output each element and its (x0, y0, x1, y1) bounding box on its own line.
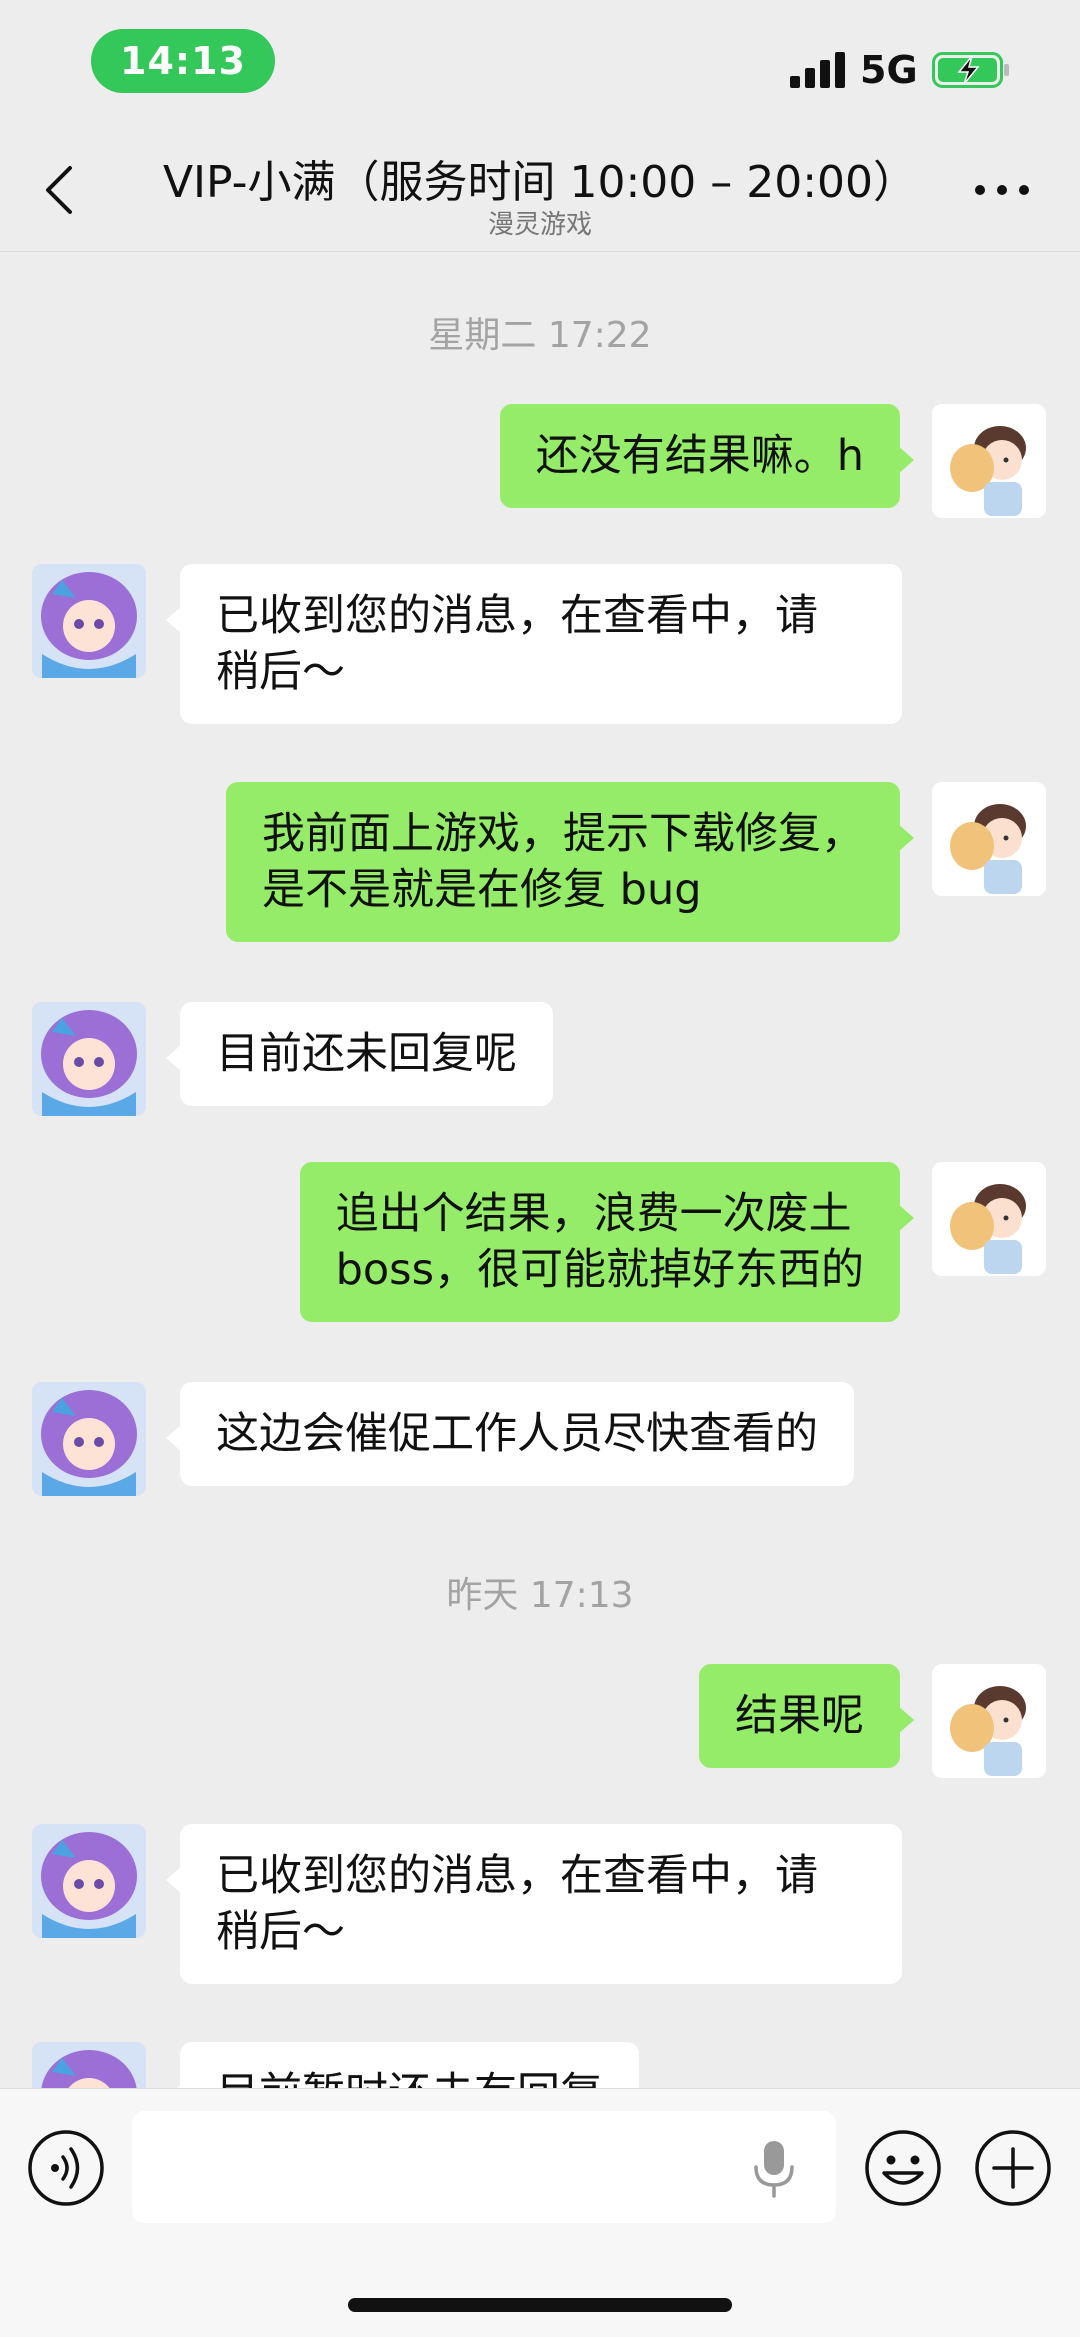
message-line: 是不是就是在修复 bug (262, 865, 702, 915)
chat-header: VIP-小满（服务时间 10:00 – 20:00） 漫灵游戏 (0, 120, 1080, 252)
outgoing-message-bubble[interactable]: 追出个结果，浪费一次废土 boss，很可能就掉好东西的 (299, 1162, 915, 1322)
user-avatar[interactable] (932, 782, 1046, 896)
agent-avatar-image (32, 1382, 146, 1496)
agent-avatar[interactable] (32, 1002, 146, 1116)
outgoing-message-bubble[interactable]: 结果呢 (699, 1664, 914, 1768)
agent-avatar[interactable] (32, 1824, 146, 1938)
incoming-message-bubble[interactable]: 目前暂时还未有回复 (166, 2042, 639, 2088)
status-time: 14:13 (91, 29, 275, 93)
agent-avatar[interactable] (32, 2042, 146, 2088)
message-line: 目前暂时还未有回复 (216, 2066, 603, 2088)
message-line: 还没有结果嘛。h (535, 431, 864, 481)
message-list[interactable]: 星期二 17:22 还没有结果嘛。h 已收到您的消息，在查看中，请 稍后～ 我前… (0, 252, 1080, 2088)
back-icon[interactable] (40, 160, 80, 220)
message-line: 目前还未回复呢 (216, 1029, 517, 1079)
incoming-message-bubble[interactable]: 已收到您的消息，在查看中，请 稍后～ (166, 564, 902, 724)
message-line: 追出个结果，浪费一次废土 (335, 1189, 852, 1239)
message-line: 稍后～ (216, 647, 345, 697)
message-input[interactable] (132, 2111, 836, 2223)
user-avatar[interactable] (932, 1664, 1046, 1778)
agent-avatar-image (32, 1002, 146, 1116)
network-label: 5G (860, 48, 918, 92)
message-line: 结果呢 (735, 1691, 864, 1741)
agent-avatar-image (32, 2042, 146, 2088)
outgoing-message-bubble[interactable]: 还没有结果嘛。h (499, 404, 915, 508)
user-avatar[interactable] (932, 404, 1046, 518)
message-line: 已收到您的消息，在查看中，请 (216, 1851, 818, 1901)
user-avatar-image (932, 1664, 1046, 1778)
message-line: boss，很可能就掉好东西的 (335, 1245, 864, 1295)
voice-icon[interactable] (27, 2129, 105, 2207)
input-bar (0, 2088, 1080, 2337)
user-avatar-image (932, 782, 1046, 896)
agent-avatar-image (32, 564, 146, 678)
microphone-icon[interactable] (752, 2139, 796, 2199)
message-line: 我前面上游戏，提示下载修复， (262, 809, 864, 859)
message-timestamp: 星期二 17:22 (428, 315, 652, 356)
smiley-icon[interactable] (864, 2129, 942, 2207)
message-timestamp: 昨天 17:13 (446, 1575, 634, 1616)
message-line: 已收到您的消息，在查看中，请 (216, 591, 818, 641)
more-options-icon[interactable] (972, 180, 1032, 200)
signal-icon (790, 52, 845, 88)
user-avatar-image (932, 404, 1046, 518)
message-line: 这边会催促工作人员尽快查看的 (216, 1409, 818, 1459)
agent-avatar-image (32, 1824, 146, 1938)
plus-icon[interactable] (974, 2129, 1052, 2207)
agent-avatar[interactable] (32, 564, 146, 678)
outgoing-message-bubble[interactable]: 我前面上游戏，提示下载修复， 是不是就是在修复 bug (226, 782, 914, 942)
battery-charging-icon (932, 52, 1009, 88)
user-avatar-image (932, 1162, 1046, 1276)
user-avatar[interactable] (932, 1162, 1046, 1276)
chat-title: VIP-小满（服务时间 10:00 – 20:00） (162, 157, 918, 208)
status-bar: 14:13 5G (0, 0, 1080, 120)
agent-avatar[interactable] (32, 1382, 146, 1496)
incoming-message-bubble[interactable]: 这边会催促工作人员尽快查看的 (166, 1382, 854, 1486)
home-indicator (348, 2298, 732, 2312)
message-line: 稍后～ (216, 1907, 345, 1957)
chat-subtitle: 漫灵游戏 (487, 210, 592, 240)
incoming-message-bubble[interactable]: 目前还未回复呢 (166, 1002, 553, 1106)
incoming-message-bubble[interactable]: 已收到您的消息，在查看中，请 稍后～ (166, 1824, 902, 1984)
